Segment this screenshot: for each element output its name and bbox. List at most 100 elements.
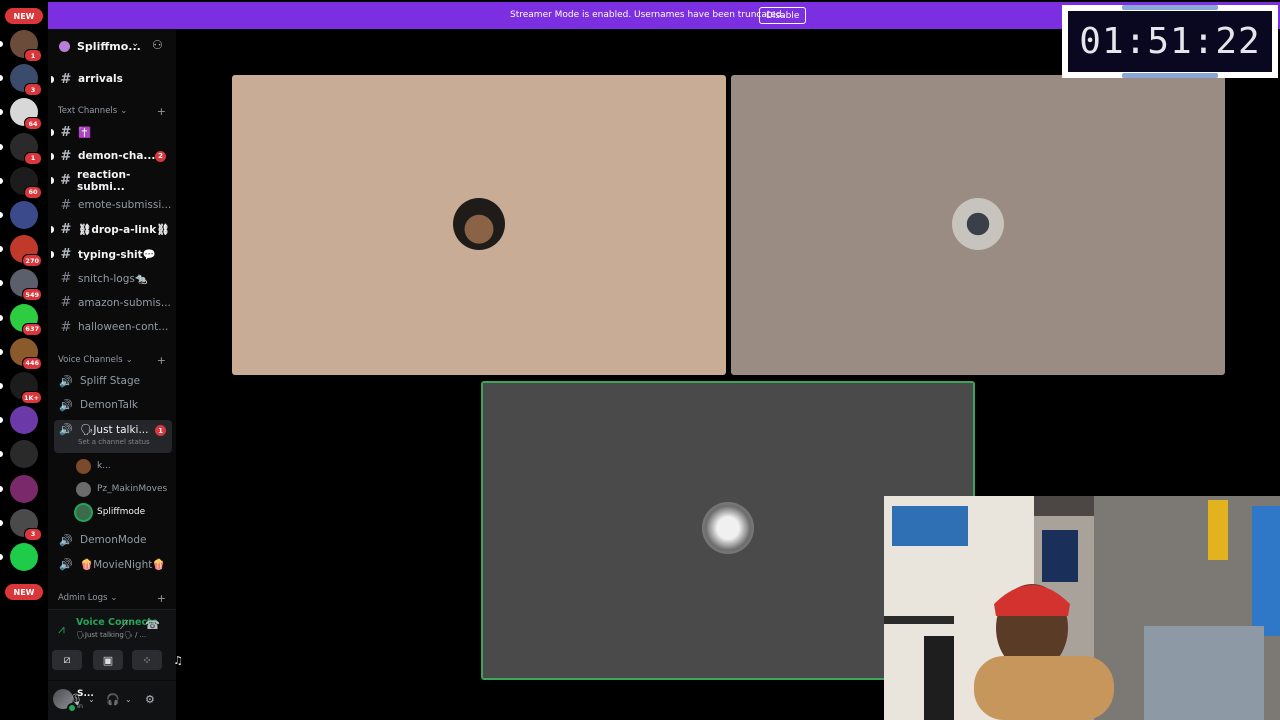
channel-status-hint[interactable]: Set a channel status — [78, 438, 150, 446]
text-channel[interactable]: # snitch-logs🐀 — [54, 267, 172, 289]
new-badge[interactable]: NEW — [5, 8, 43, 24]
server-mention-badge: 64 — [24, 117, 42, 131]
text-channel[interactable]: # reaction-submi... — [51, 169, 172, 193]
text-channel[interactable]: # halloween-cont... — [54, 316, 172, 338]
text-channel[interactable]: # typing-shit💬 — [51, 243, 172, 265]
channel-name: ⛓drop-a-link⛓ — [78, 224, 170, 237]
channel-name: ✝️ — [78, 126, 92, 139]
activities-button[interactable]: ⁘ — [132, 650, 162, 670]
voice-channel[interactable]: 🔊 DemonTalk — [54, 394, 172, 416]
create-channel-icon[interactable]: + — [157, 354, 166, 367]
unread-indicator — [0, 314, 3, 321]
mention-badge: 1 — [155, 425, 166, 436]
unread-indicator — [51, 128, 54, 136]
mention-badge: 2 — [155, 150, 166, 162]
server-mention-badge: 549 — [22, 288, 42, 302]
server-icon[interactable]: 1 — [10, 132, 42, 165]
server-icon[interactable]: 1 — [10, 30, 42, 62]
speaker-icon: 🔊 — [59, 398, 73, 412]
timer-accent-top — [1122, 5, 1218, 10]
screen-share-button[interactable]: ▣ — [93, 650, 123, 670]
noise-suppression-icon[interactable]: ⟋ — [120, 618, 128, 633]
server-icon[interactable]: 64 — [10, 98, 42, 131]
server-icon[interactable] — [10, 474, 38, 503]
text-channel[interactable]: # ✝️ — [51, 121, 172, 143]
channel-sidebar: Spliffmo... ⌄ ⚇ # arrivals Text Channels ⌄… — [48, 29, 183, 720]
invite-people-icon[interactable]: ⚇ — [152, 38, 163, 52]
channel-category[interactable]: Text Channels ⌄ + — [58, 105, 170, 118]
unread-indicator — [0, 212, 3, 218]
channel-name: arrivals — [78, 73, 123, 85]
unread-indicator — [0, 143, 3, 150]
unread-indicator — [0, 246, 3, 253]
channel-category[interactable]: Admin Logs ⌄ + — [58, 592, 170, 605]
hash-icon: # — [60, 124, 72, 140]
unread-indicator — [0, 451, 3, 458]
mic-options-chevron-icon[interactable]: ⌄ — [88, 695, 95, 704]
headphones-icon[interactable]: 🎧 — [106, 693, 120, 706]
new-badge-bottom[interactable]: NEW — [5, 584, 43, 600]
server-icon[interactable]: 637 — [10, 303, 42, 336]
server-icon[interactable]: 60 — [10, 166, 42, 199]
participant-avatar — [952, 198, 1004, 250]
create-channel-icon[interactable]: + — [157, 105, 166, 118]
unread-indicator — [0, 348, 3, 355]
text-channel[interactable]: # demon-cha... 2 — [51, 145, 172, 167]
voice-channel[interactable]: 🔊 Spliff Stage — [54, 370, 172, 392]
server-icon[interactable]: 1K+ — [10, 372, 42, 404]
disconnect-icon[interactable]: ☎ — [145, 618, 160, 632]
guild-icon — [59, 41, 70, 52]
soundboard-button[interactable]: ♫ — [170, 650, 186, 670]
channel-category[interactable]: Voice Channels ⌄ + — [58, 354, 170, 367]
unread-indicator — [0, 280, 3, 287]
server-icon[interactable] — [10, 406, 38, 435]
server-icon[interactable]: 549 — [10, 269, 42, 302]
speaker-icon: 🔊 — [59, 557, 73, 571]
guild-header[interactable]: Spliffmo... ⌄ ⚇ — [48, 29, 176, 65]
text-channel[interactable]: # ⛓drop-a-link⛓ — [51, 219, 172, 241]
gear-icon[interactable]: ⚙ — [145, 693, 155, 706]
unread-indicator — [0, 109, 3, 116]
disable-button[interactable]: Disable — [759, 7, 807, 24]
voice-member[interactable]: Spliffmode — [76, 502, 145, 522]
channel-name: 🗣Just talki... — [80, 424, 149, 436]
voice-member[interactable]: Pz_MakinMoves — [76, 479, 167, 499]
voice-connected-channel[interactable]: 🗣Just talking🗣 / ... — [76, 631, 146, 639]
text-channel[interactable]: # amazon-submis... — [54, 292, 172, 314]
text-channel[interactable]: # arrivals — [51, 68, 172, 90]
channel-name: 🍿MovieNight🍿 — [80, 558, 166, 571]
signal-icon[interactable]: ⩘ — [58, 622, 65, 637]
server-icon[interactable]: 270 — [10, 235, 42, 268]
server-mention-badge: 1 — [24, 49, 42, 62]
unread-indicator — [0, 485, 3, 492]
microphone-icon[interactable]: 🎙 — [69, 693, 83, 706]
server-icon[interactable] — [10, 201, 38, 229]
voice-channel[interactable]: 🔊 🍿MovieNight🍿 — [54, 553, 172, 575]
chevron-down-icon[interactable]: ⌄ — [131, 38, 139, 49]
text-channel[interactable]: # emote-submissi... — [54, 194, 172, 216]
create-channel-icon[interactable]: + — [157, 592, 166, 605]
server-icon[interactable] — [10, 440, 38, 469]
hash-icon: # — [60, 148, 72, 164]
unread-indicator — [0, 519, 3, 526]
server-mention-badge: 637 — [22, 322, 42, 336]
category-label: Voice Channels — [58, 355, 123, 365]
webcam-overlay — [884, 496, 1280, 720]
server-icon[interactable]: 3 — [10, 64, 42, 97]
server-avatar — [10, 440, 38, 469]
speaker-icon: 🔊 — [59, 423, 73, 436]
voice-member[interactable]: k... — [76, 456, 111, 476]
camera-off-button[interactable]: ⧄ — [52, 650, 82, 670]
server-icon[interactable] — [10, 543, 38, 571]
server-avatar — [10, 543, 38, 571]
unread-indicator — [0, 41, 3, 47]
server-icon[interactable]: 446 — [10, 337, 42, 370]
voice-channel[interactable]: 🔊 DemonMode — [54, 529, 172, 551]
server-icon[interactable]: 3 — [10, 508, 42, 541]
video-tile-1[interactable] — [232, 75, 726, 375]
audio-options-chevron-icon[interactable]: ⌄ — [125, 695, 132, 704]
active-voice-channel[interactable]: 🔊 🗣Just talki... Set a channel status 1 — [54, 420, 172, 453]
video-tile-2[interactable] — [731, 75, 1225, 375]
server-mention-badge: 270 — [22, 254, 42, 268]
stream-timer: 01:51:22 — [1062, 5, 1278, 78]
